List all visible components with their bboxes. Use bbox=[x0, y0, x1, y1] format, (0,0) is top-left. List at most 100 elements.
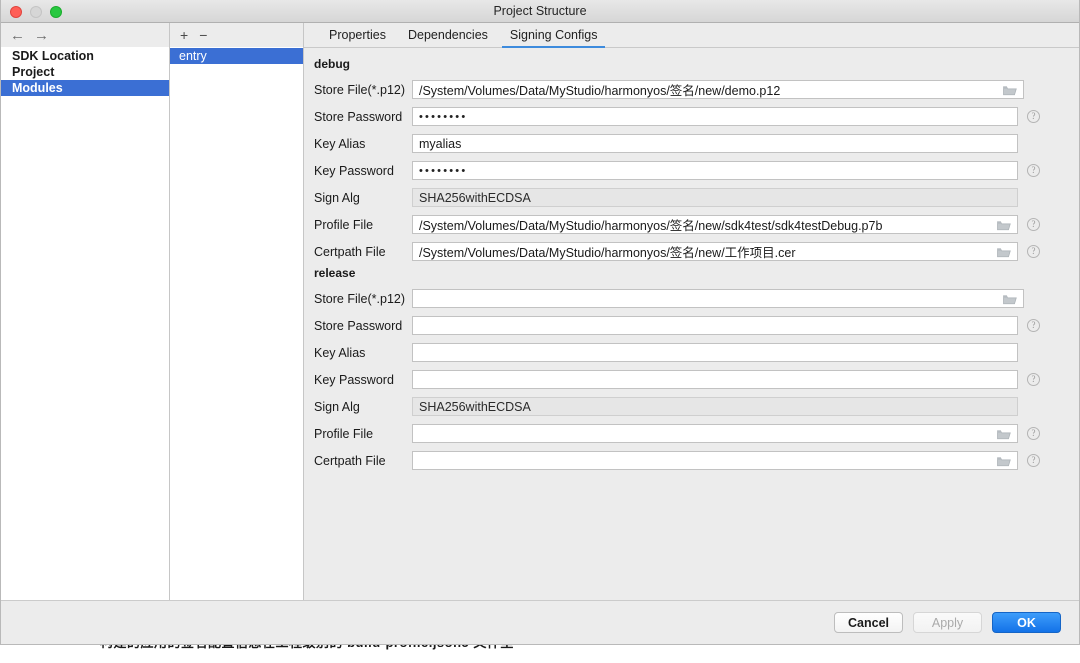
input-release-key-password[interactable] bbox=[412, 370, 1018, 389]
field-wrapper: /System/Volumes/Data/MyStudio/harmonyos/… bbox=[412, 80, 1024, 99]
field-label-sign-alg: Sign Alg bbox=[314, 399, 360, 414]
form-row: Key Alias myalias bbox=[304, 130, 1079, 157]
modules-panel-toolbar: + − bbox=[170, 23, 303, 47]
field-label-store-password: Store Password bbox=[314, 109, 403, 124]
sidebar-item-sdk-location[interactable]: SDK Location bbox=[1, 48, 169, 64]
field-label-store-file-p12: Store File(*.p12) bbox=[314, 82, 406, 97]
sidebar-item-project[interactable]: Project bbox=[1, 64, 169, 80]
help-icon-spacer bbox=[1033, 292, 1046, 305]
help-icon[interactable]: ? bbox=[1027, 164, 1040, 177]
group-title-debug: debug bbox=[314, 57, 350, 71]
help-icon[interactable]: ? bbox=[1027, 427, 1040, 440]
help-icon-spacer bbox=[1027, 191, 1040, 204]
modules-list: entry bbox=[170, 47, 303, 600]
field-wrapper bbox=[412, 343, 1018, 362]
help-icon[interactable]: ? bbox=[1027, 245, 1040, 258]
module-item-entry[interactable]: entry bbox=[170, 48, 303, 64]
tab-signing-configs[interactable]: Signing Configs bbox=[499, 28, 609, 48]
input-release-key-alias[interactable] bbox=[412, 343, 1018, 362]
input-debug-store-password[interactable]: •••••••• bbox=[412, 107, 1018, 126]
input-release-store-file-p12[interactable] bbox=[412, 289, 1024, 308]
field-label-profile-file: Profile File bbox=[314, 426, 374, 441]
cancel-button[interactable]: Cancel bbox=[834, 612, 903, 633]
input-debug-certpath-file[interactable]: /System/Volumes/Data/MyStudio/harmonyos/… bbox=[412, 242, 1018, 261]
field-wrapper: •••••••• bbox=[412, 107, 1018, 126]
modules-panel: + − entry bbox=[170, 23, 304, 600]
tab-bar: Properties Dependencies Signing Configs bbox=[304, 23, 1079, 48]
field-wrapper: /System/Volumes/Data/MyStudio/harmonyos/… bbox=[412, 215, 1018, 234]
group-title-release: release bbox=[314, 266, 356, 280]
left-panel: ← → SDK Location Project Modules bbox=[1, 23, 170, 600]
window-controls[interactable] bbox=[10, 0, 62, 23]
field-label-key-alias: Key Alias bbox=[314, 345, 366, 360]
add-module-icon[interactable]: + bbox=[180, 28, 188, 42]
help-icon[interactable]: ? bbox=[1027, 454, 1040, 467]
dialog-footer: Cancel Apply OK bbox=[1, 600, 1079, 644]
input-release-sign-alg: SHA256withECDSA bbox=[412, 397, 1018, 416]
form-row: Store File(*.p12) bbox=[304, 285, 1079, 312]
window-title: Project Structure bbox=[493, 4, 587, 18]
field-wrapper bbox=[412, 289, 1024, 308]
input-debug-key-alias[interactable]: myalias bbox=[412, 134, 1018, 153]
tab-properties[interactable]: Properties bbox=[318, 28, 397, 47]
field-label-key-password: Key Password bbox=[314, 372, 394, 387]
field-wrapper bbox=[412, 316, 1018, 335]
field-wrapper: /System/Volumes/Data/MyStudio/harmonyos/… bbox=[412, 242, 1018, 261]
input-release-store-password[interactable] bbox=[412, 316, 1018, 335]
dialog-body: ← → SDK Location Project Modules + − entry… bbox=[1, 23, 1079, 600]
form-row: Profile File? bbox=[304, 420, 1079, 447]
signing-configs-form: debug Store File(*.p12) /System/Volumes/Da… bbox=[304, 48, 1079, 600]
window-titlebar: Project Structure bbox=[1, 0, 1079, 23]
input-debug-sign-alg: SHA256withECDSA bbox=[412, 188, 1018, 207]
field-label-certpath-file: Certpath File bbox=[314, 453, 386, 468]
form-row: Store File(*.p12) /System/Volumes/Data/My… bbox=[304, 76, 1079, 103]
input-debug-profile-file[interactable]: /System/Volumes/Data/MyStudio/harmonyos/… bbox=[412, 215, 1018, 234]
form-row: Sign Alg SHA256withECDSA bbox=[304, 393, 1079, 420]
field-label-store-password: Store Password bbox=[314, 318, 403, 333]
form-row: Key Password ••••••••? bbox=[304, 157, 1079, 184]
remove-module-icon[interactable]: − bbox=[199, 28, 207, 42]
screen-root: 构建的应用的签名配置信息在工程级别的 build-profile.json5 文… bbox=[0, 0, 1080, 663]
help-icon[interactable]: ? bbox=[1027, 110, 1040, 123]
field-wrapper bbox=[412, 370, 1018, 389]
form-row: Certpath File/System/Volumes/Data/MyStud… bbox=[304, 238, 1079, 265]
minimize-button-icon[interactable] bbox=[30, 5, 42, 18]
field-wrapper bbox=[412, 451, 1018, 470]
field-label-certpath-file: Certpath File bbox=[314, 244, 386, 259]
sidebar-item-modules[interactable]: Modules bbox=[1, 80, 169, 96]
help-icon[interactable]: ? bbox=[1027, 373, 1040, 386]
left-panel-toolbar: ← → bbox=[1, 23, 169, 47]
field-label-key-password: Key Password bbox=[314, 163, 394, 178]
back-arrow-icon[interactable]: ← bbox=[10, 28, 25, 43]
help-icon-spacer bbox=[1027, 400, 1040, 413]
field-wrapper: myalias bbox=[412, 134, 1018, 153]
form-row: Sign Alg SHA256withECDSA bbox=[304, 184, 1079, 211]
help-icon-spacer bbox=[1027, 137, 1040, 150]
ok-button[interactable]: OK bbox=[992, 612, 1061, 633]
help-icon[interactable]: ? bbox=[1027, 319, 1040, 332]
field-label-store-file-p12: Store File(*.p12) bbox=[314, 291, 406, 306]
field-wrapper bbox=[412, 424, 1018, 443]
forward-arrow-icon[interactable]: → bbox=[34, 28, 49, 43]
apply-button[interactable]: Apply bbox=[913, 612, 982, 633]
input-release-certpath-file[interactable] bbox=[412, 451, 1018, 470]
form-row: Store Password? bbox=[304, 312, 1079, 339]
content-panel: Properties Dependencies Signing Configs de… bbox=[304, 23, 1079, 600]
input-debug-store-file-p12[interactable]: /System/Volumes/Data/MyStudio/harmonyos/… bbox=[412, 80, 1024, 99]
help-icon-spacer bbox=[1027, 346, 1040, 359]
field-label-sign-alg: Sign Alg bbox=[314, 190, 360, 205]
input-release-profile-file[interactable] bbox=[412, 424, 1018, 443]
form-row: Profile File/System/Volumes/Data/MyStudi… bbox=[304, 211, 1079, 238]
field-label-profile-file: Profile File bbox=[314, 217, 374, 232]
form-row: Store Password ••••••••? bbox=[304, 103, 1079, 130]
input-debug-key-password[interactable]: •••••••• bbox=[412, 161, 1018, 180]
form-row: Key Alias bbox=[304, 339, 1079, 366]
help-icon-spacer bbox=[1033, 83, 1046, 96]
field-wrapper: SHA256withECDSA bbox=[412, 188, 1018, 207]
tab-dependencies[interactable]: Dependencies bbox=[397, 28, 499, 47]
field-wrapper: •••••••• bbox=[412, 161, 1018, 180]
field-wrapper: SHA256withECDSA bbox=[412, 397, 1018, 416]
help-icon[interactable]: ? bbox=[1027, 218, 1040, 231]
zoom-button-icon[interactable] bbox=[50, 5, 62, 18]
close-button-icon[interactable] bbox=[10, 5, 22, 18]
